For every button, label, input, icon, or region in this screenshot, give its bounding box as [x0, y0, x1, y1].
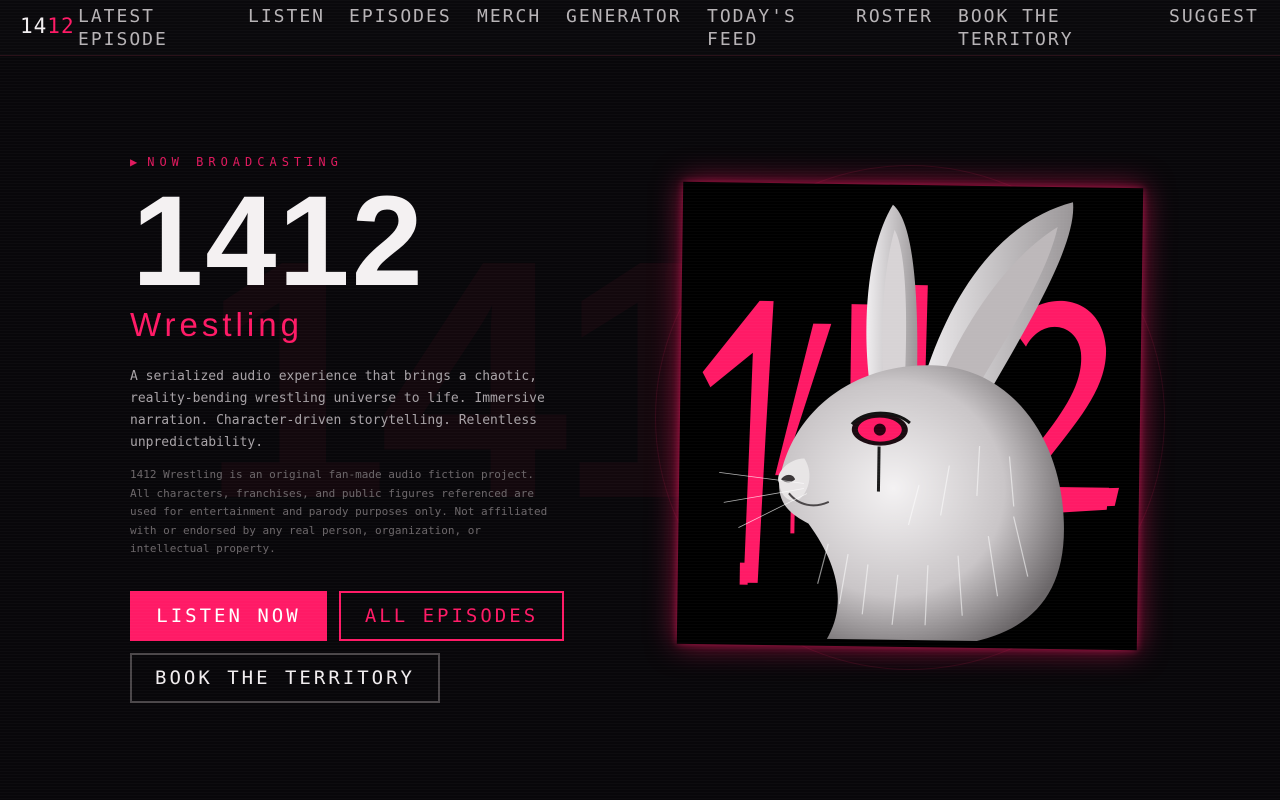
hero-description: A serialized audio experience that bring… [130, 369, 545, 450]
listen-now-button[interactable]: LISTEN NOW [130, 591, 327, 641]
nav-item-merch[interactable]: MERCH [477, 5, 541, 28]
nav-label-line1: ROSTER [856, 6, 934, 27]
book-the-territory-button[interactable]: BOOK THE TERRITORY [130, 653, 440, 703]
nav-item-suggest[interactable]: SUGGEST [1169, 5, 1259, 28]
nav-label-line1: SUGGEST [1169, 6, 1259, 27]
nav-item-listen[interactable]: LISTEN [248, 5, 325, 28]
nav-label-line1: BOOK THE [958, 6, 1061, 27]
nav-item-roster[interactable]: ROSTER [856, 5, 933, 28]
top-navigation: 1412 LATEST EPISODE LISTEN EPISODES MERC… [0, 0, 1280, 56]
nav-label-line1: TODAY'S [707, 6, 797, 27]
logo-part-2: 12 [47, 14, 75, 38]
logo-part-1: 14 [20, 14, 48, 38]
rabbit-head [719, 365, 1064, 641]
play-triangle-icon: ▶ [130, 155, 138, 169]
nav-label-line2: FEED [707, 29, 759, 50]
now-broadcasting-kicker: ▶ NOW BROADCASTING [130, 155, 343, 169]
nav-item-todays-feed[interactable]: TODAY'S FEED [707, 5, 797, 51]
hero-title: 1412 [132, 170, 425, 313]
podcast-cover-artwork [676, 181, 1144, 651]
nav-label-line1: LATEST [78, 6, 156, 27]
site-logo[interactable]: 1412 [20, 14, 75, 38]
nav-label-line1: EPISODES [349, 6, 452, 27]
nav-label-line1: LISTEN [248, 6, 326, 27]
hero-subtitle: Wrestling [130, 306, 303, 343]
nav-label-line1: MERCH [477, 6, 542, 27]
legal-disclaimer: 1412 Wrestling is an original fan-made a… [130, 468, 548, 555]
all-episodes-button[interactable]: ALL EPISODES [339, 591, 564, 641]
nav-label-line2: TERRITORY [958, 29, 1074, 50]
nav-item-generator[interactable]: GENERATOR [566, 5, 682, 28]
nav-item-episodes[interactable]: EPISODES [349, 5, 452, 28]
nav-item-latest-episode[interactable]: LATEST EPISODE [78, 5, 168, 51]
nav-label-line1: GENERATOR [566, 6, 682, 27]
kicker-label: NOW BROADCASTING [147, 155, 343, 169]
nav-label-line2: EPISODE [78, 29, 168, 50]
nav-item-book-the-territory[interactable]: BOOK THE TERRITORY [958, 5, 1074, 51]
rabbit-artwork-icon [702, 202, 1120, 641]
